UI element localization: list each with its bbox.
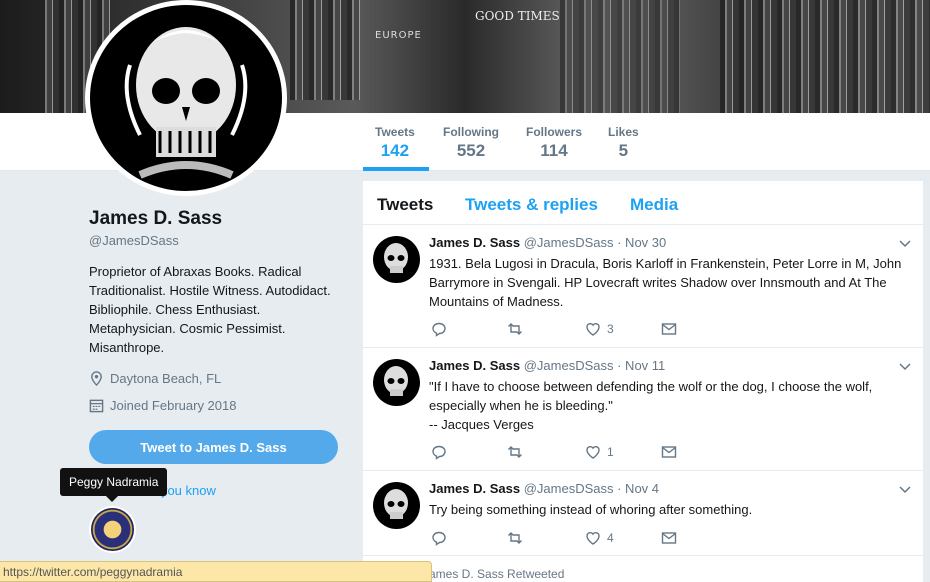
direct-message-button[interactable] xyxy=(661,321,677,337)
like-button[interactable]: 1 xyxy=(585,444,614,460)
tweet-item[interactable]: James D. Sass @JamesDSass · Nov 11 "If I… xyxy=(363,349,923,471)
tweet-item[interactable]: James D. Sass @JamesDSass · Nov 30 1931.… xyxy=(363,226,923,348)
retweet-icon xyxy=(508,323,522,335)
retweet-icon xyxy=(508,446,522,458)
reply-icon xyxy=(432,531,446,546)
reply-icon xyxy=(432,322,446,337)
retweeted-label: ames D. Sass Retweeted xyxy=(429,567,565,581)
stat-value: 114 xyxy=(540,141,568,160)
tweet-author-handle[interactable]: @JamesDSass xyxy=(524,358,614,373)
envelope-icon xyxy=(661,446,677,458)
stat-following[interactable]: Following 552 xyxy=(443,125,499,161)
tweet-date[interactable]: · Nov 11 xyxy=(617,358,665,373)
active-stat-underline xyxy=(363,167,429,171)
tab-tweets-replies[interactable]: Tweets & replies xyxy=(465,195,598,215)
joined-text: Joined February 2018 xyxy=(110,398,237,413)
chevron-down-icon[interactable] xyxy=(899,240,911,248)
stat-label: Following xyxy=(443,125,499,139)
stat-label: Tweets xyxy=(375,125,415,139)
chevron-down-icon[interactable] xyxy=(899,486,911,494)
location-text: Daytona Beach, FL xyxy=(110,371,222,386)
tweet-header: James D. Sass @JamesDSass · Nov 4 xyxy=(429,481,659,496)
stat-label: Followers xyxy=(526,125,583,139)
stat-value: 552 xyxy=(456,141,486,160)
reply-icon xyxy=(432,445,446,460)
tweet-header: James D. Sass @JamesDSass · Nov 30 xyxy=(429,235,666,250)
heart-icon xyxy=(586,532,600,545)
skull-image xyxy=(124,27,248,179)
reply-button[interactable] xyxy=(431,530,447,546)
profile-location: Daytona Beach, FL xyxy=(89,371,221,386)
calendar-icon xyxy=(89,399,104,413)
retweet-button[interactable] xyxy=(507,444,523,460)
profile-handle[interactable]: @JamesDSass xyxy=(89,233,179,248)
stat-value: 5 xyxy=(618,141,629,160)
tweet-author-name[interactable]: James D. Sass xyxy=(429,358,520,373)
tweet-actions: 4 xyxy=(431,530,731,550)
retweet-icon xyxy=(508,532,522,544)
stat-label: Likes xyxy=(608,125,639,139)
chevron-down-icon[interactable] xyxy=(899,363,911,371)
banner-book-title: EUROPE xyxy=(375,30,422,41)
banner-book-title: GOOD TIMES xyxy=(475,9,560,23)
direct-message-button[interactable] xyxy=(661,444,677,460)
tab-media[interactable]: Media xyxy=(630,195,678,215)
banner-bookshelf xyxy=(290,0,360,100)
user-tooltip: Peggy Nadramia xyxy=(60,468,168,496)
profile-bio: Proprietor of Abraxas Books. Radical Tra… xyxy=(89,264,331,355)
reply-button[interactable] xyxy=(431,444,447,460)
tweet-actions: 3 xyxy=(431,321,731,341)
follower-avatar[interactable] xyxy=(89,506,136,553)
tweet-item[interactable]: James D. Sass @JamesDSass · Nov 4 Try be… xyxy=(363,472,923,556)
timeline-tabs: Tweets Tweets & replies Media xyxy=(363,181,923,225)
tweet-text: 1931. Bela Lugosi in Dracula, Boris Karl… xyxy=(429,256,902,309)
profile-joined: Joined February 2018 xyxy=(89,398,236,413)
like-button[interactable]: 3 xyxy=(585,321,614,337)
heart-icon xyxy=(586,323,600,336)
like-count: 3 xyxy=(607,322,614,336)
stat-value: 142 xyxy=(380,141,410,160)
retweet-button[interactable] xyxy=(507,321,523,337)
envelope-icon xyxy=(661,323,677,335)
tweet-date[interactable]: · Nov 4 xyxy=(617,481,659,496)
tweet-avatar[interactable] xyxy=(373,236,420,283)
retweet-button[interactable] xyxy=(507,530,523,546)
tweet-date[interactable]: · Nov 30 xyxy=(617,235,666,250)
tweet-text: "If I have to choose between defending t… xyxy=(429,379,873,432)
heart-icon xyxy=(586,446,600,459)
tweet-author-name[interactable]: James D. Sass xyxy=(429,235,520,250)
tweet-to-button[interactable]: Tweet to James D. Sass xyxy=(89,430,338,464)
direct-message-button[interactable] xyxy=(661,530,677,546)
reply-button[interactable] xyxy=(431,321,447,337)
like-count: 1 xyxy=(607,445,614,459)
browser-status-bar: https://twitter.com/peggynadramia xyxy=(0,561,432,582)
envelope-icon xyxy=(661,532,677,544)
banner-bookshelf xyxy=(720,0,930,113)
tweet-avatar[interactable] xyxy=(373,359,420,406)
tweet-author-handle[interactable]: @JamesDSass xyxy=(524,235,614,250)
tweet-author-handle[interactable]: @JamesDSass xyxy=(524,481,614,496)
tab-tweets[interactable]: Tweets xyxy=(377,195,433,215)
profile-name[interactable]: James D. Sass xyxy=(89,208,222,230)
stat-likes[interactable]: Likes 5 xyxy=(608,125,639,161)
tweet-avatar[interactable] xyxy=(373,482,420,529)
location-pin-icon xyxy=(91,371,102,386)
stat-followers[interactable]: Followers 114 xyxy=(526,125,582,161)
tweet-header: James D. Sass @JamesDSass · Nov 11 xyxy=(429,358,665,373)
banner-bookshelf xyxy=(560,0,680,113)
tweet-actions: 1 xyxy=(431,444,731,464)
profile-avatar[interactable] xyxy=(85,0,287,196)
tweet-author-name[interactable]: James D. Sass xyxy=(429,481,520,496)
tweet-text: Try being something instead of whoring a… xyxy=(429,502,753,517)
stat-tweets[interactable]: Tweets 142 xyxy=(375,125,415,161)
like-button[interactable]: 4 xyxy=(585,530,614,546)
timeline: Tweets Tweets & replies Media James D. S… xyxy=(363,181,923,582)
like-count: 4 xyxy=(607,531,614,545)
tooltip-arrow xyxy=(106,496,118,502)
